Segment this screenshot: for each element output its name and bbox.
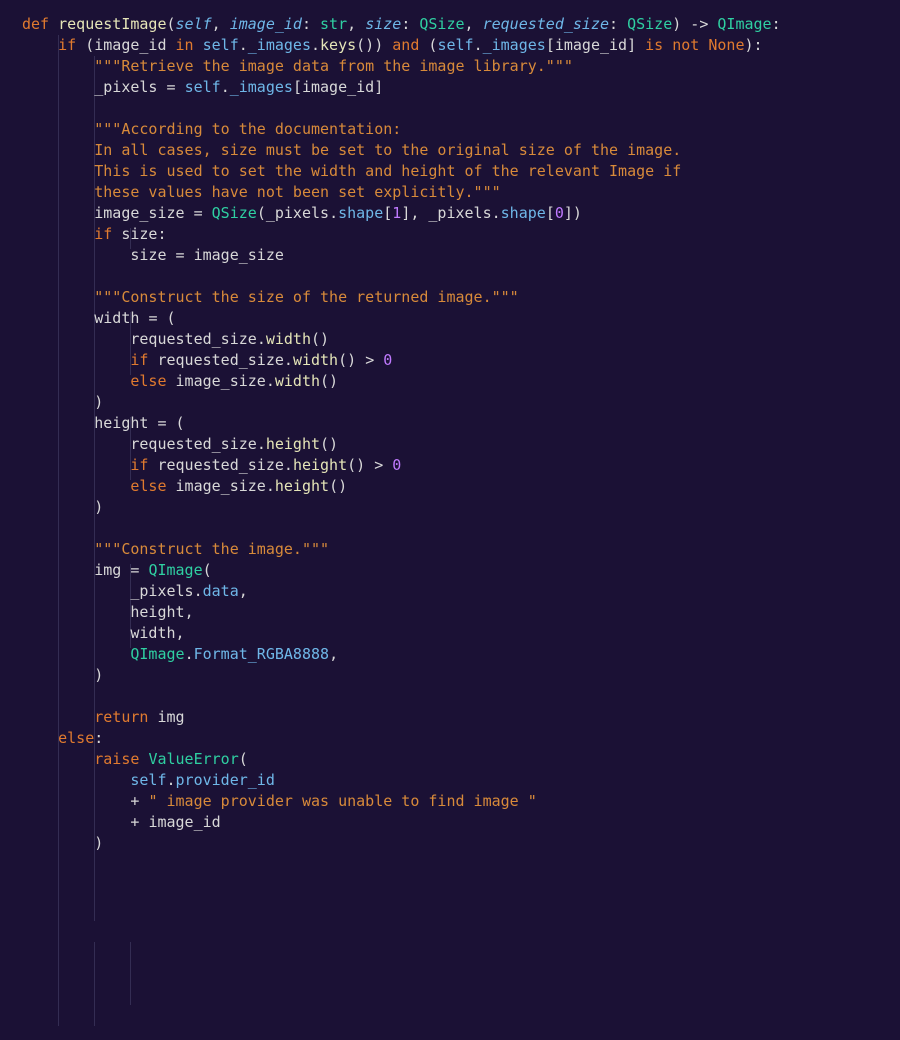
docstring: """Construct the image.""" — [94, 540, 329, 558]
param-self: self — [176, 15, 212, 33]
param-size: size — [365, 15, 401, 33]
docstring: """Construct the size of the returned im… — [94, 288, 518, 306]
code-editor[interactable]: def requestImage(self, image_id: str, si… — [0, 0, 900, 868]
param-image-id: image_id — [230, 15, 302, 33]
docstring: """According to the documentation: — [94, 120, 401, 138]
code-block: def requestImage(self, image_id: str, si… — [22, 14, 900, 854]
param-requested-size: requested_size — [483, 15, 609, 33]
function-name: requestImage — [58, 15, 166, 33]
docstring: """Retrieve the image data from the imag… — [94, 57, 573, 75]
keyword-def: def — [22, 15, 49, 33]
